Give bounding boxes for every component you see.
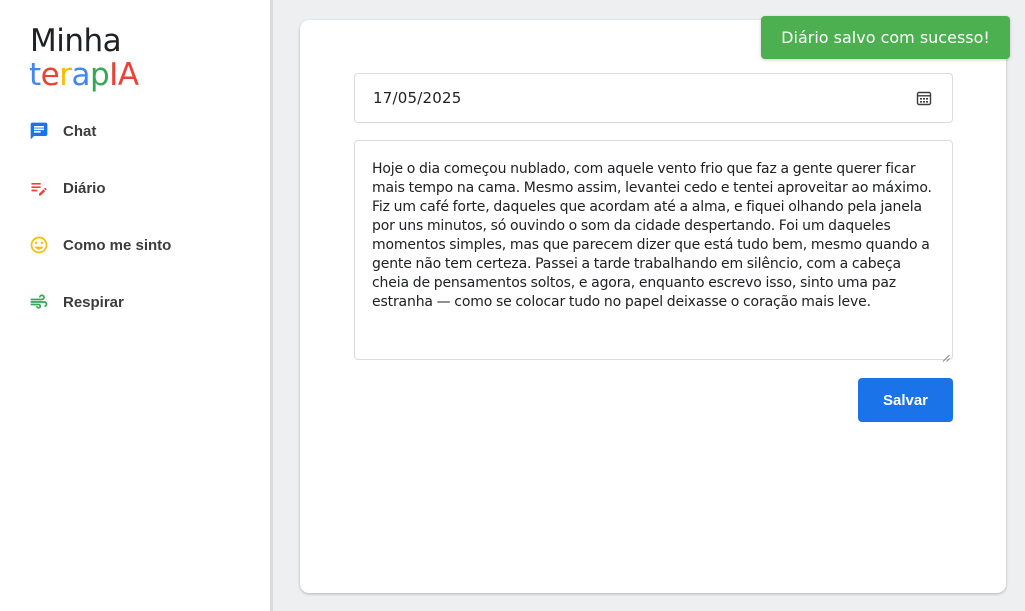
logo-letter: t	[29, 57, 41, 93]
logo-letter: A	[117, 57, 139, 93]
logo-letter: a	[71, 57, 90, 93]
chat-bubble-icon	[28, 120, 50, 142]
sidebar-item-chat[interactable]: Chat	[28, 114, 248, 148]
date-value: 17/05/2025	[373, 89, 462, 107]
diary-textarea[interactable]: Hoje o dia começou nublado, com aquele v…	[354, 140, 953, 362]
edit-notes-icon	[28, 177, 50, 199]
logo-letter: p	[89, 57, 110, 93]
sidebar-item-como-me-sinto[interactable]: Como me sinto	[28, 228, 248, 262]
logo-line2: terapIA	[29, 55, 139, 95]
sidebar-item-label: Chat	[63, 122, 97, 140]
success-toast: Diário salvo com sucesso!	[761, 16, 1010, 59]
logo-letter: I	[109, 57, 118, 93]
sidebar: Minha terapIA Chat Diário Como me sinto	[0, 0, 273, 611]
smiley-icon	[28, 234, 50, 256]
app-logo: Minha terapIA	[29, 22, 152, 100]
sidebar-item-diario[interactable]: Diário	[28, 171, 248, 205]
logo-letter: e	[40, 57, 60, 93]
resize-handle-icon[interactable]	[942, 349, 950, 362]
sidebar-item-label: Respirar	[63, 293, 124, 311]
wind-icon	[28, 291, 50, 313]
sidebar-item-label: Como me sinto	[63, 236, 172, 254]
sidebar-item-respirar[interactable]: Respirar	[28, 285, 248, 319]
diary-text: Hoje o dia começou nublado, com aquele v…	[372, 161, 932, 310]
calendar-icon[interactable]	[916, 90, 932, 106]
date-input[interactable]: 17/05/2025	[354, 73, 953, 123]
diary-card: 17/05/2025 Hoje o dia começou nublado, c…	[300, 20, 1006, 593]
save-button[interactable]: Salvar	[858, 378, 953, 422]
sidebar-item-label: Diário	[63, 179, 106, 197]
logo-letter: r	[59, 57, 72, 93]
